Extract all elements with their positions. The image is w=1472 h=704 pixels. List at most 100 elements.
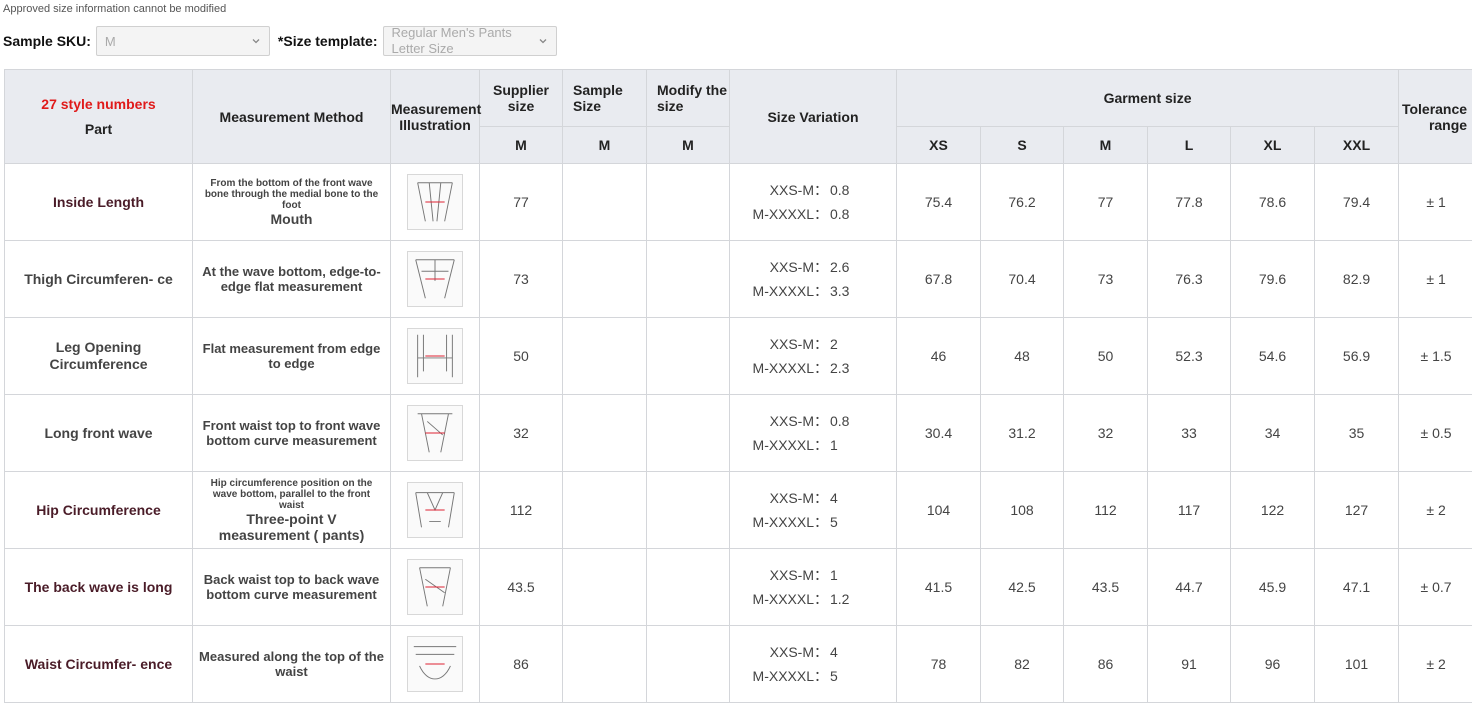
- garment-size-cell: 91: [1147, 625, 1231, 703]
- garment-size-cell: 117: [1147, 471, 1231, 549]
- header-method: Measurement Method: [192, 69, 391, 164]
- garment-size-cell: 77.8: [1147, 163, 1231, 241]
- garment-size-cell: 67.8: [896, 240, 981, 318]
- table-row: The back wave is long Back waist top to b…: [4, 548, 1472, 626]
- variation-range-value: 1: [830, 567, 838, 583]
- garment-size-cell: 43.5: [1063, 548, 1148, 626]
- pants-diagram-icon[interactable]: [407, 636, 463, 692]
- garment-size-cell: 31.2: [980, 394, 1064, 472]
- measurement-method: Hip circumference position on the wave b…: [192, 471, 391, 549]
- garment-size-cell: 79.4: [1313, 163, 1400, 241]
- method-main: Back waist top to back wave bottom curve…: [203, 572, 380, 602]
- garment-size-cell: 34: [1230, 394, 1315, 472]
- sample-size-cell[interactable]: [562, 394, 647, 472]
- supplier-size-cell: 112: [479, 471, 563, 549]
- modify-size-cell[interactable]: [646, 240, 730, 318]
- method-main: At the wave bottom, edge-to-edge flat me…: [202, 264, 381, 294]
- pants-diagram-icon[interactable]: [407, 559, 463, 615]
- sample-size-cell[interactable]: [562, 548, 647, 626]
- sub-header-sample: M: [562, 126, 647, 164]
- size-table: 27 style numbers Part Measurement Method…: [4, 69, 1472, 703]
- size-template-select[interactable]: Regular Men's Pants Letter Size: [382, 25, 557, 56]
- header-part-label: Part: [84, 121, 113, 137]
- garment-size-cell: 54.6: [1230, 317, 1315, 395]
- garment-size-cell: 82.9: [1313, 240, 1400, 318]
- pants-diagram-icon[interactable]: [407, 174, 463, 230]
- modify-size-cell[interactable]: [646, 548, 730, 626]
- measurement-method: At the wave bottom, edge-to-edge flat me…: [192, 240, 391, 318]
- sample-size-cell[interactable]: [562, 625, 647, 703]
- pants-diagram-icon[interactable]: [407, 482, 463, 538]
- variation-range-label: M-XXXXL：: [752, 437, 828, 453]
- size-variation-cell: XXS-M： 0.8 M-XXXXL： 1: [729, 394, 897, 472]
- garment-size-cell: 52.3: [1147, 317, 1231, 395]
- sub-header-supplier: M: [479, 126, 563, 164]
- variation-range-value: 4: [830, 490, 838, 506]
- garment-size-l: L: [1147, 126, 1231, 164]
- garment-size-cell: 112: [1063, 471, 1148, 549]
- variation-range-label: XXS-M：: [769, 644, 828, 660]
- measurement-method: Measured along the top of the waist: [192, 625, 391, 703]
- method-main: Measured along the top of the waist: [199, 649, 384, 679]
- header-part: 27 style numbers Part: [4, 69, 193, 164]
- garment-size-cell: 78: [896, 625, 981, 703]
- modify-size-cell[interactable]: [646, 471, 730, 549]
- part-name: Inside Length: [4, 163, 193, 241]
- sample-size-cell[interactable]: [562, 471, 647, 549]
- part-name: Leg Opening Circumference: [4, 317, 193, 395]
- garment-size-xs: XS: [896, 126, 981, 164]
- pants-diagram-icon[interactable]: [407, 405, 463, 461]
- variation-range-label: M-XXXXL：: [752, 514, 828, 530]
- table-row: Long front wave Front waist top to front …: [4, 394, 1472, 472]
- variation-range-value: 5: [830, 514, 838, 530]
- supplier-size-cell: 50: [479, 317, 563, 395]
- method-note: Hip circumference position on the wave b…: [210, 477, 373, 511]
- variation-range-value: 0.8: [830, 206, 850, 222]
- garment-size-cell: 35: [1313, 394, 1400, 472]
- pants-diagram-icon[interactable]: [407, 328, 463, 384]
- size-variation-cell: XXS-M： 2 M-XXXXL： 2.3: [729, 317, 897, 395]
- garment-size-cell: 30.4: [896, 394, 981, 472]
- pants-diagram-icon[interactable]: [407, 251, 463, 307]
- measurement-method: From the bottom of the front wave bone t…: [192, 163, 391, 241]
- garment-size-m: M: [1063, 126, 1148, 164]
- sample-size-cell[interactable]: [562, 163, 647, 241]
- supplier-size-cell: 77: [479, 163, 563, 241]
- sample-size-cell[interactable]: [562, 317, 647, 395]
- garment-size-cell: 96: [1230, 625, 1315, 703]
- supplier-size-cell: 86: [479, 625, 563, 703]
- variation-range-value: 2.3: [830, 360, 850, 376]
- variation-range-value: 2.6: [830, 259, 850, 275]
- tolerance-cell: ± 0.5: [1398, 394, 1472, 472]
- header-garment-size: Garment size: [895, 69, 1400, 127]
- modify-size-cell[interactable]: [646, 163, 730, 241]
- garment-size-cell: 32: [1063, 394, 1148, 472]
- tolerance-cell: ± 1: [1398, 240, 1472, 318]
- table-row: Leg Opening Circumference Flat measuremen…: [4, 317, 1472, 395]
- method-main: Three-point V measurement ( pants): [218, 510, 365, 543]
- variation-range-label: XXS-M：: [769, 490, 828, 506]
- size-variation-cell: XXS-M： 2.6 M-XXXXL： 3.3: [729, 240, 897, 318]
- tolerance-cell: ± 2: [1398, 625, 1472, 703]
- modify-size-cell[interactable]: [646, 394, 730, 472]
- garment-size-cell: 76.2: [980, 163, 1064, 241]
- sample-size-cell[interactable]: [562, 240, 647, 318]
- sample-sku-select[interactable]: M: [95, 26, 270, 56]
- header-modify-size: Modify the size: [646, 69, 730, 127]
- measurement-illustration: [390, 163, 480, 241]
- table-row: Thigh Circumferen- ce At the wave bottom,…: [4, 240, 1472, 318]
- garment-size-xxl: XXL: [1313, 126, 1400, 164]
- part-name: Thigh Circumferen- ce: [4, 240, 193, 318]
- chevron-down-icon: [252, 39, 260, 44]
- supplier-size-cell: 32: [479, 394, 563, 472]
- modify-size-cell[interactable]: [646, 317, 730, 395]
- header-illustration: Measurement Illustration: [390, 69, 481, 164]
- garment-size-cell: 41.5: [896, 548, 981, 626]
- garment-size-cell: 33: [1147, 394, 1231, 472]
- garment-size-cell: 82: [980, 625, 1064, 703]
- garment-size-cell: 47.1: [1313, 548, 1400, 626]
- variation-range-label: M-XXXXL：: [752, 668, 828, 684]
- tolerance-cell: ± 0.7: [1398, 548, 1472, 626]
- garment-size-cell: 46: [896, 317, 981, 395]
- modify-size-cell[interactable]: [646, 625, 730, 703]
